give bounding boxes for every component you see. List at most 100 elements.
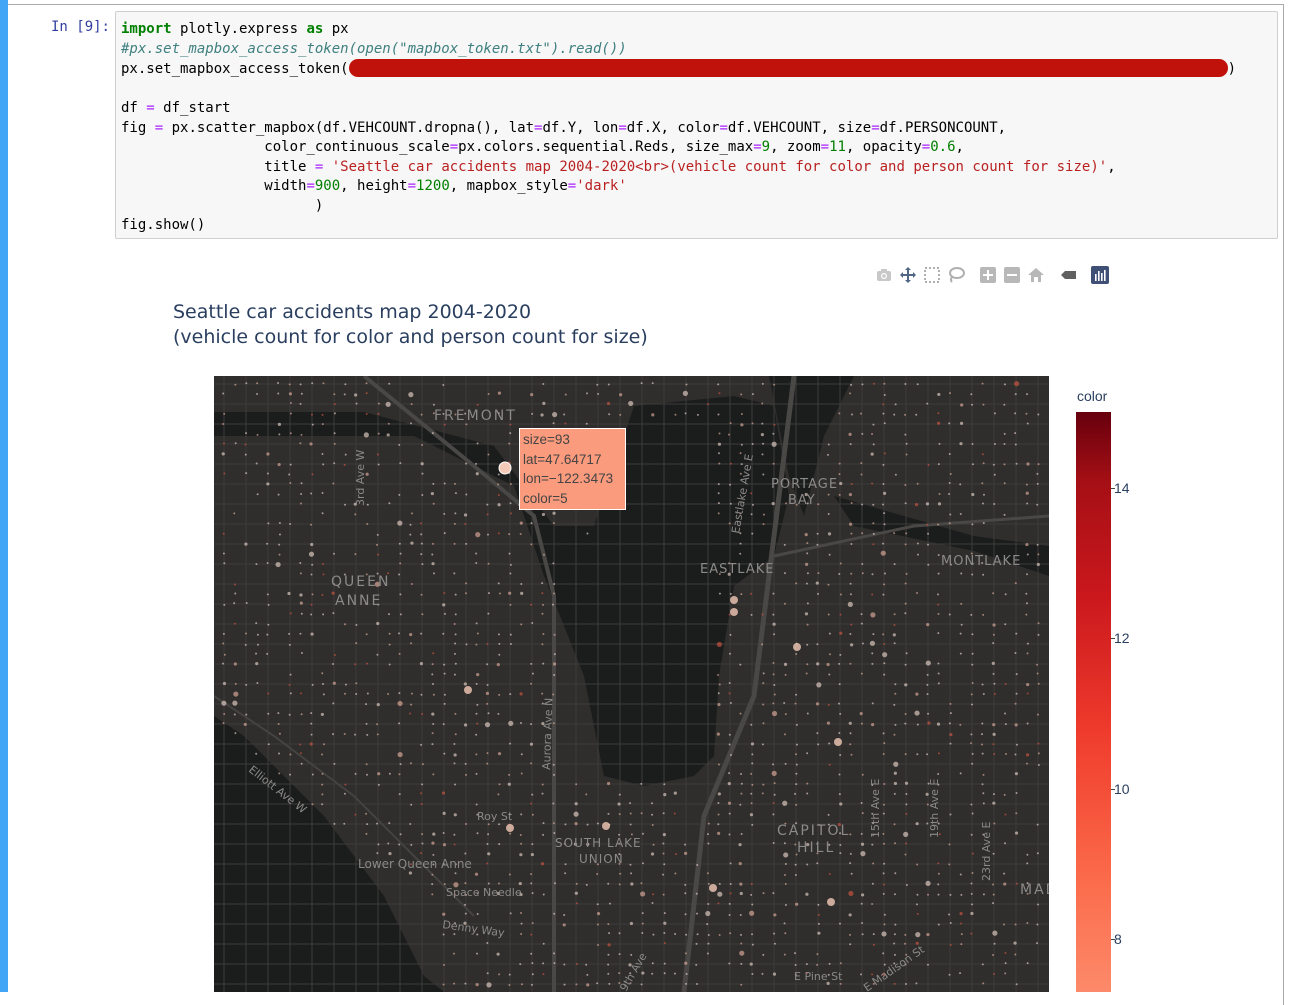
accident-point[interactable] — [377, 783, 380, 786]
accident-point[interactable] — [387, 422, 390, 425]
accident-point[interactable] — [883, 393, 886, 396]
accident-point[interactable] — [849, 392, 852, 395]
accident-point[interactable] — [740, 832, 743, 835]
accident-point[interactable] — [344, 383, 347, 386]
accident-point[interactable] — [388, 822, 391, 825]
accident-point[interactable] — [486, 702, 489, 705]
accident-point[interactable] — [949, 943, 952, 946]
accident-point[interactable] — [749, 910, 755, 916]
accident-point[interactable] — [1037, 553, 1040, 556]
accident-point[interactable] — [564, 872, 567, 875]
accident-point[interactable] — [442, 843, 447, 847]
accident-point[interactable] — [717, 891, 723, 897]
accident-point[interactable] — [772, 892, 775, 895]
accident-point[interactable] — [882, 832, 885, 835]
accident-point[interactable] — [740, 423, 744, 427]
accident-point[interactable] — [827, 613, 830, 616]
accident-point[interactable] — [937, 523, 940, 526]
accident-point[interactable] — [497, 882, 500, 885]
accident-point[interactable] — [366, 733, 369, 736]
accident-point[interactable] — [355, 642, 358, 645]
accident-point[interactable] — [1026, 722, 1029, 725]
accident-point[interactable] — [773, 423, 776, 426]
accident-point[interactable] — [629, 921, 634, 926]
accident-point[interactable] — [463, 682, 467, 686]
accident-point[interactable] — [915, 822, 919, 826]
accident-point[interactable] — [762, 523, 765, 526]
accident-point[interactable] — [838, 573, 841, 576]
accident-point[interactable] — [321, 793, 324, 796]
accident-point[interactable] — [1026, 553, 1029, 556]
accident-point[interactable] — [398, 722, 401, 725]
accident-point[interactable] — [553, 962, 556, 965]
accident-point[interactable] — [729, 883, 732, 886]
accident-point[interactable] — [464, 522, 467, 525]
accident-point[interactable] — [850, 872, 853, 875]
accident-point[interactable] — [530, 762, 533, 765]
accident-point[interactable] — [916, 542, 919, 545]
accident-point[interactable] — [222, 632, 225, 635]
accident-point[interactable] — [508, 973, 511, 976]
accident-point[interactable] — [508, 983, 511, 986]
accident-point[interactable] — [289, 432, 292, 435]
accident-point[interactable] — [498, 653, 501, 656]
accident-point[interactable] — [751, 823, 754, 826]
accident-point[interactable] — [883, 642, 886, 645]
accident-point[interactable] — [992, 623, 996, 627]
accident-point[interactable] — [904, 712, 907, 715]
accident-point[interactable] — [596, 923, 599, 926]
accident-point[interactable] — [277, 392, 280, 395]
accident-point[interactable] — [486, 842, 489, 845]
accident-point[interactable] — [465, 542, 468, 545]
accident-point[interactable] — [519, 692, 523, 696]
accident-point[interactable] — [255, 652, 258, 655]
accident-point[interactable] — [409, 633, 413, 637]
accident-point[interactable] — [937, 752, 940, 755]
accident-point[interactable] — [255, 563, 258, 566]
accident-point[interactable] — [894, 403, 897, 406]
accident-point[interactable] — [682, 390, 688, 396]
accident-point[interactable] — [872, 943, 875, 946]
accident-point[interactable] — [904, 383, 907, 386]
accident-point[interactable] — [740, 593, 743, 596]
accident-point[interactable] — [288, 683, 291, 686]
accident-point[interactable] — [487, 612, 490, 615]
accident-point[interactable] — [354, 733, 357, 736]
accident-point[interactable] — [310, 722, 313, 725]
accident-point[interactable] — [936, 722, 941, 726]
accident-point[interactable] — [487, 852, 491, 856]
accident-point[interactable] — [607, 963, 610, 966]
accident-point[interactable] — [454, 633, 457, 636]
accident-point[interactable] — [232, 700, 238, 706]
accident-point[interactable] — [399, 562, 402, 565]
accident-point[interactable] — [750, 613, 753, 616]
accident-point[interactable] — [421, 712, 424, 715]
accident-point[interactable] — [1026, 692, 1029, 695]
accident-point[interactable] — [904, 753, 907, 756]
accident-point[interactable] — [464, 773, 467, 776]
accident-point[interactable] — [706, 872, 709, 875]
accident-point[interactable] — [650, 852, 655, 856]
accident-point[interactable] — [267, 692, 270, 695]
accident-point[interactable] — [509, 912, 512, 915]
zoom-in-icon[interactable] — [976, 264, 1000, 286]
accident-point[interactable] — [618, 953, 621, 956]
accident-point[interactable] — [728, 613, 731, 616]
accident-point[interactable] — [542, 822, 545, 825]
accident-point[interactable] — [421, 783, 424, 786]
accident-point[interactable] — [684, 913, 687, 916]
accident-point[interactable] — [464, 762, 467, 765]
accident-point[interactable] — [872, 933, 875, 936]
accident-point[interactable] — [596, 982, 599, 985]
accident-point[interactable] — [870, 452, 874, 456]
accident-point[interactable] — [486, 762, 489, 765]
accident-point[interactable] — [651, 802, 654, 805]
accident-point[interactable] — [849, 862, 852, 865]
accident-point[interactable] — [629, 802, 632, 805]
accident-point[interactable] — [321, 452, 324, 455]
accident-point[interactable] — [542, 833, 545, 836]
accident-point[interactable] — [366, 823, 369, 826]
accident-point[interactable] — [431, 562, 435, 566]
accident-point[interactable] — [321, 512, 324, 515]
accident-point[interactable] — [937, 572, 940, 575]
